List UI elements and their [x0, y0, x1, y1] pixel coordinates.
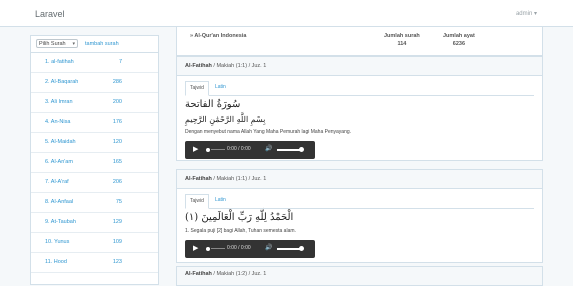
sidebar-header: Pilih Surah ▾ tambah surah [31, 36, 158, 53]
ayah-arabic-text: بِسْمِ اللَّهِ الرَّحْمَٰنِ الرَّحِيمِ [185, 115, 266, 124]
sidebar-item-count: 75 [115, 199, 122, 205]
sidebar-item[interactable]: 3. Ali Imran 200 [31, 93, 158, 113]
sidebar-item-name: 3. Ali Imran [45, 99, 73, 105]
surah-count-label: Jumlah surah [384, 33, 420, 39]
sidebar-item[interactable]: 4. An-Nisa 176 [31, 113, 158, 133]
tab-tajwid[interactable]: Tajwid [185, 194, 209, 209]
surah-sidebar: Pilih Surah ▾ tambah surah 1. al-fatihah… [30, 35, 159, 285]
sidebar-item-name: 6. Al-An'am [45, 159, 73, 165]
sidebar-item-name: 10. Yunus [45, 239, 70, 245]
ayah-translation: 1. Segala puji [2] bagi Allah, Tuhan sem… [185, 228, 296, 234]
audio-time: 0:00 / 0:00 [227, 245, 251, 251]
ayah-card-header: Al-Fatihah / Makiah (1:1) / Juz. 1 [177, 170, 542, 189]
sidebar-item[interactable]: 10. Yunus 109 [31, 233, 158, 253]
chevron-down-icon: ▾ [72, 41, 75, 47]
sidebar-item[interactable]: 11. Hood 123 [31, 253, 158, 273]
sidebar-item-count: 165 [112, 159, 122, 165]
ayah-card-header: Al-Fatihah / Makiah (1:1) / Juz. 1 [177, 57, 542, 76]
volume-slider[interactable] [277, 248, 301, 250]
surah-title-arabic: سُورَةُ الفاتحة [185, 99, 241, 110]
sidebar-item-count: 120 [112, 139, 122, 145]
sidebar-item-count: 200 [112, 99, 122, 105]
sidebar-item[interactable]: 8. Al-Anfaal 75 [31, 193, 158, 213]
ayah-card: Al-Fatihah / Makiah (1:2) / Juz. 1 [176, 266, 543, 286]
sidebar-item-name: 5. Al-Maidah [45, 139, 76, 145]
sidebar-item-name: 11. Hood [45, 259, 67, 265]
surah-count-value: 114 [397, 41, 407, 47]
ayah-arabic-text: الْحَمْدُ لِلَّهِ رَبِّ الْعَالَمِينَ (١… [185, 212, 294, 223]
sidebar-item[interactable]: 7. Al-A'raf 206 [31, 173, 158, 193]
sidebar-item-count: 286 [112, 79, 122, 85]
volume-knob[interactable] [299, 147, 304, 152]
page-title: » Al-Qur'an Indonesia [190, 33, 247, 39]
sidebar-item-count: 206 [112, 179, 122, 185]
sidebar-item-name: 2. Al-Baqarah [45, 79, 79, 85]
quran-summary-header: » Al-Qur'an Indonesia Jumlah surah 114 J… [176, 27, 543, 56]
sidebar-item-name: 7. Al-A'raf [45, 179, 69, 185]
surah-name: Al-Fatihah [185, 271, 212, 277]
user-menu[interactable]: admin ▾ [516, 10, 537, 17]
volume-slider[interactable] [277, 149, 301, 151]
ayah-meta: / Makiah (1:1) / Juz. 1 [211, 63, 267, 69]
surah-name: Al-Fatihah [185, 63, 212, 69]
surah-select-label: Pilih Surah [39, 41, 66, 47]
sidebar-item-count: 109 [112, 239, 122, 245]
add-surah-link[interactable]: tambah surah [85, 41, 119, 47]
volume-icon[interactable]: 🔊 [265, 145, 272, 152]
ayah-tabs: Tajwid Latin [185, 194, 534, 209]
progress-knob[interactable] [206, 247, 210, 251]
sidebar-item[interactable]: 5. Al-Maidah 120 [31, 133, 158, 153]
ayah-meta: / Makiah (1:1) / Juz. 1 [211, 176, 267, 182]
tab-latin[interactable]: Latin [211, 194, 230, 207]
sidebar-item[interactable]: 1. al-fatihah 7 [31, 53, 158, 73]
sidebar-item-name: 8. Al-Anfaal [45, 199, 74, 205]
progress-track[interactable] [211, 248, 225, 249]
audio-player: ▶ 0:00 / 0:00 🔊 [185, 240, 315, 258]
volume-knob[interactable] [299, 246, 304, 251]
navbar: Laravel admin ▾ [0, 0, 573, 27]
ayah-card-header: Al-Fatihah / Makiah (1:2) / Juz. 1 [177, 267, 542, 286]
sidebar-item-count: 123 [112, 259, 122, 265]
audio-player: ▶ 0:00 / 0:00 🔊 [185, 141, 315, 159]
sidebar-item-name: 9. At-Taubah [45, 219, 76, 225]
play-icon[interactable]: ▶ [193, 145, 198, 153]
sidebar-item[interactable]: 9. At-Taubah 129 [31, 213, 158, 233]
sidebar-item-count: 176 [112, 119, 122, 125]
audio-time: 0:00 / 0:00 [227, 146, 251, 152]
progress-knob[interactable] [206, 148, 210, 152]
sidebar-item[interactable]: 2. Al-Baqarah 286 [31, 73, 158, 93]
ayah-tabs: Tajwid Latin [185, 81, 534, 96]
ayah-card: Al-Fatihah / Makiah (1:1) / Juz. 1 Tajwi… [176, 169, 543, 263]
play-icon[interactable]: ▶ [193, 244, 198, 252]
tab-latin[interactable]: Latin [211, 81, 230, 94]
ayat-count: Jumlah ayat 6236 [443, 33, 475, 47]
sidebar-item-count: 7 [118, 59, 122, 65]
ayah-card: Al-Fatihah / Makiah (1:1) / Juz. 1 Tajwi… [176, 56, 543, 161]
surah-count: Jumlah surah 114 [384, 33, 420, 47]
tab-tajwid[interactable]: Tajwid [185, 81, 209, 96]
ayah-translation: Dengan menyebut nama Allah Yang Maha Pem… [185, 129, 352, 135]
progress-track[interactable] [211, 149, 225, 150]
sidebar-item[interactable]: 6. Al-An'am 165 [31, 153, 158, 173]
sidebar-item-name: 1. al-fatihah [45, 59, 74, 65]
brand-link[interactable]: Laravel [35, 9, 65, 19]
ayah-meta: / Makiah (1:2) / Juz. 1 [211, 271, 267, 277]
sidebar-item-name: 4. An-Nisa [45, 119, 71, 125]
sidebar-item-count: 129 [112, 219, 122, 225]
surah-select[interactable]: Pilih Surah ▾ [36, 39, 78, 48]
ayat-count-label: Jumlah ayat [443, 33, 475, 39]
surah-name: Al-Fatihah [185, 176, 212, 182]
ayat-count-value: 6236 [452, 41, 466, 47]
volume-icon[interactable]: 🔊 [265, 244, 272, 251]
